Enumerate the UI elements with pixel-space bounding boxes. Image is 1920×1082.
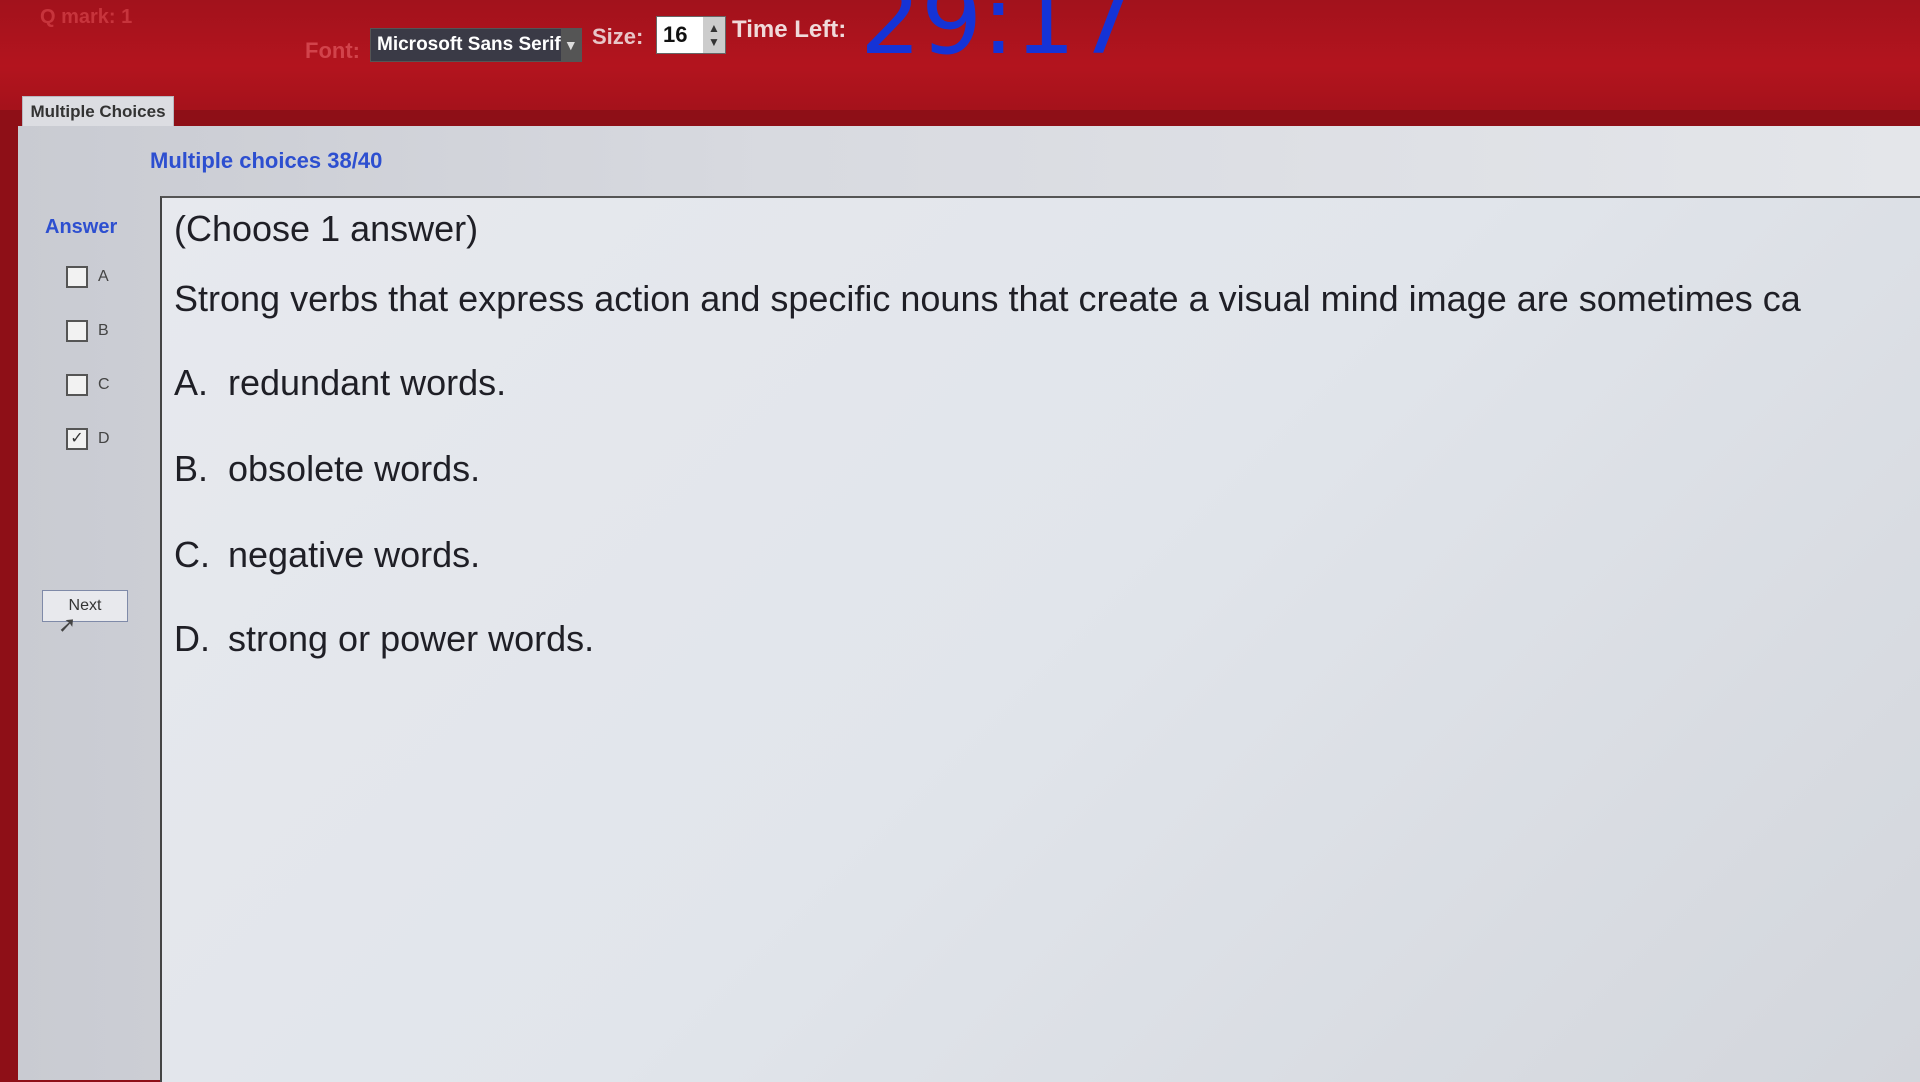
answer-option-a[interactable]: A [66,266,109,288]
choice-letter: A. [174,362,209,403]
choice-a: A. redundant words. [174,362,506,404]
choice-d: D. strong or power words. [174,618,594,660]
size-value: 16 [663,22,688,47]
checkbox-c[interactable] [66,374,88,396]
choice-text: redundant words. [228,362,507,403]
mouse-cursor-icon: ➚ [58,612,77,637]
answer-option-c[interactable]: C [66,374,110,396]
checkbox-a[interactable] [66,266,88,288]
answer-option-letter: A [98,268,109,285]
spinner-arrows-icon[interactable]: ▲ ▼ [703,17,725,53]
section-title: Multiple choices 38/40 [150,148,383,173]
answer-label: Answer [45,216,118,238]
font-select[interactable]: Microsoft Sans Serif ▼ [370,28,582,62]
answer-option-letter: B [98,322,109,339]
answer-option-b[interactable]: B [66,320,109,342]
question-area: (Choose 1 answer) Strong verbs that expr… [160,196,1920,1082]
answer-option-letter: D [98,430,110,447]
answer-option-d[interactable]: ✓ D [66,428,110,450]
answer-option-letter: C [98,376,110,393]
choice-letter: B. [174,448,209,489]
question-stem: Strong verbs that express action and spe… [174,278,1801,319]
checkbox-d[interactable]: ✓ [66,428,88,450]
choice-b: B. obsolete words. [174,448,480,490]
next-button[interactable]: Next [42,590,128,622]
chevron-down-icon[interactable]: ▼ [560,29,581,61]
choice-letter: C. [174,534,210,575]
choice-letter: D. [174,618,210,659]
time-left-label: Time Left: [732,16,847,43]
choice-c: C. negative words. [174,534,480,576]
font-label: Font: [305,38,360,63]
choice-text: negative words. [228,534,481,575]
size-stepper[interactable]: 16 ▲ ▼ [656,16,726,54]
checkbox-b[interactable] [66,320,88,342]
font-select-value: Microsoft Sans Serif [377,34,561,55]
top-bar: Q mark: 1 Font: Microsoft Sans Serif ▼ S… [0,0,1920,110]
countdown-timer: 29:17 [860,0,1137,76]
choice-text: obsolete words. [228,448,481,489]
question-instruction: (Choose 1 answer) [174,208,479,249]
choice-text: strong or power words. [228,618,595,659]
checkmark-icon: ✓ [70,430,84,447]
size-label: Size: [592,24,644,49]
tab-multiple-choices[interactable]: Multiple Choices [22,96,174,127]
question-mark-label: Q mark: 1 [40,6,133,28]
